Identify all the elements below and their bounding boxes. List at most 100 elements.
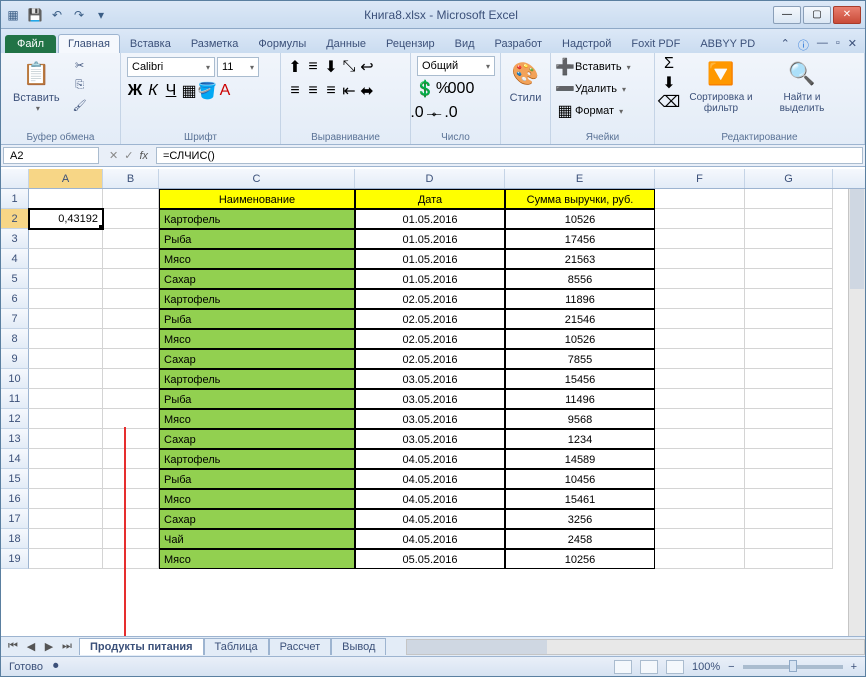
cell-sum-15[interactable]: 10456 (505, 469, 655, 489)
cell-f16[interactable] (655, 489, 745, 509)
cell-a13[interactable] (29, 429, 103, 449)
row-header-11[interactable]: 11 (1, 389, 29, 409)
row-header-6[interactable]: 6 (1, 289, 29, 309)
cell-g5[interactable] (745, 269, 833, 289)
row-header-8[interactable]: 8 (1, 329, 29, 349)
align-right-icon[interactable]: ≡ (323, 83, 339, 99)
header-name[interactable]: Наименование (159, 189, 355, 209)
cell-name-6[interactable]: Картофель (159, 289, 355, 309)
cell-sum-11[interactable]: 11496 (505, 389, 655, 409)
header-date[interactable]: Дата (355, 189, 505, 209)
cell-a8[interactable] (29, 329, 103, 349)
tab-developer[interactable]: Разработ (485, 34, 552, 53)
cell-name-2[interactable]: Картофель (159, 209, 355, 229)
cell-a1[interactable] (29, 189, 103, 209)
styles-button[interactable]: 🎨 Стили (507, 56, 544, 106)
fill-icon[interactable]: ⬇ (661, 75, 677, 91)
cell-date-10[interactable]: 03.05.2016 (355, 369, 505, 389)
cell-date-7[interactable]: 02.05.2016 (355, 309, 505, 329)
cell-b15[interactable] (103, 469, 159, 489)
cell-name-4[interactable]: Мясо (159, 249, 355, 269)
row-header-2[interactable]: 2 (1, 209, 29, 229)
accept-formula-icon[interactable]: ✓ (124, 149, 133, 162)
file-tab[interactable]: Файл (5, 35, 56, 53)
autosum-icon[interactable]: Σ (661, 56, 677, 72)
row-header-16[interactable]: 16 (1, 489, 29, 509)
cell-g1[interactable] (745, 189, 833, 209)
row-header-17[interactable]: 17 (1, 509, 29, 529)
row-header-3[interactable]: 3 (1, 229, 29, 249)
cell-a3[interactable] (29, 229, 103, 249)
align-middle-icon[interactable]: ≡ (305, 59, 321, 75)
bold-button[interactable]: Ж (127, 83, 143, 99)
cell-f1[interactable] (655, 189, 745, 209)
cell-b11[interactable] (103, 389, 159, 409)
cell-date-6[interactable]: 02.05.2016 (355, 289, 505, 309)
tab-addins[interactable]: Надстрой (552, 34, 621, 53)
cell-f2[interactable] (655, 209, 745, 229)
format-cells-button[interactable]: ▦Формат▾ (557, 100, 623, 122)
cell-g12[interactable] (745, 409, 833, 429)
sheet-tab-2[interactable]: Рассчет (269, 638, 332, 655)
align-center-icon[interactable]: ≡ (305, 83, 321, 99)
cell-date-3[interactable]: 01.05.2016 (355, 229, 505, 249)
col-header-a[interactable]: A (29, 169, 103, 188)
cell-f19[interactable] (655, 549, 745, 569)
cell-b3[interactable] (103, 229, 159, 249)
cell-g14[interactable] (745, 449, 833, 469)
col-header-d[interactable]: D (355, 169, 505, 188)
zoom-slider[interactable] (743, 665, 843, 669)
cell-sum-18[interactable]: 2458 (505, 529, 655, 549)
cell-sum-7[interactable]: 21546 (505, 309, 655, 329)
cell-g2[interactable] (745, 209, 833, 229)
cell-f14[interactable] (655, 449, 745, 469)
orientation-icon[interactable]: ⤡ (341, 59, 357, 75)
row-header-15[interactable]: 15 (1, 469, 29, 489)
cell-a19[interactable] (29, 549, 103, 569)
cell-a18[interactable] (29, 529, 103, 549)
cell-date-15[interactable]: 04.05.2016 (355, 469, 505, 489)
col-header-b[interactable]: B (103, 169, 159, 188)
cut-icon[interactable]: ✂ (70, 56, 90, 74)
wrap-text-icon[interactable]: ↩ (359, 59, 375, 75)
cell-sum-6[interactable]: 11896 (505, 289, 655, 309)
cell-f17[interactable] (655, 509, 745, 529)
tab-abbyy[interactable]: ABBYY PD (690, 34, 765, 53)
page-layout-button[interactable] (640, 660, 658, 674)
cell-f11[interactable] (655, 389, 745, 409)
cell-date-16[interactable]: 04.05.2016 (355, 489, 505, 509)
row-header-13[interactable]: 13 (1, 429, 29, 449)
row-header-19[interactable]: 19 (1, 549, 29, 569)
tab-formulas[interactable]: Формулы (248, 34, 316, 53)
delete-cells-button[interactable]: ➖Удалить▾ (557, 78, 626, 100)
align-top-icon[interactable]: ⬆ (287, 59, 303, 75)
row-header-9[interactable]: 9 (1, 349, 29, 369)
qat-dropdown[interactable]: ▾ (93, 7, 109, 23)
horizontal-scrollbar[interactable] (406, 639, 865, 655)
cell-sum-3[interactable]: 17456 (505, 229, 655, 249)
row-header-12[interactable]: 12 (1, 409, 29, 429)
paste-button[interactable]: 📋 Вставить ▾ (7, 56, 66, 115)
cell-name-19[interactable]: Мясо (159, 549, 355, 569)
cell-date-4[interactable]: 01.05.2016 (355, 249, 505, 269)
minimize-button[interactable]: — (773, 6, 801, 24)
sheet-nav-first[interactable]: ⏮ (5, 640, 21, 653)
row-header-7[interactable]: 7 (1, 309, 29, 329)
cell-g8[interactable] (745, 329, 833, 349)
cell-a6[interactable] (29, 289, 103, 309)
redo-icon[interactable]: ↷ (71, 7, 87, 23)
cell-f7[interactable] (655, 309, 745, 329)
cell-name-13[interactable]: Сахар (159, 429, 355, 449)
ribbon-minimize-icon[interactable]: ⌃ (781, 37, 790, 53)
cell-g16[interactable] (745, 489, 833, 509)
cell-g7[interactable] (745, 309, 833, 329)
cell-name-18[interactable]: Чай (159, 529, 355, 549)
cell-a15[interactable] (29, 469, 103, 489)
sheet-nav-prev[interactable]: ◀ (23, 640, 39, 653)
cell-name-11[interactable]: Рыба (159, 389, 355, 409)
cell-a5[interactable] (29, 269, 103, 289)
cell-f12[interactable] (655, 409, 745, 429)
copy-icon[interactable]: ⎘ (70, 76, 90, 94)
cell-g13[interactable] (745, 429, 833, 449)
cell-sum-9[interactable]: 7855 (505, 349, 655, 369)
